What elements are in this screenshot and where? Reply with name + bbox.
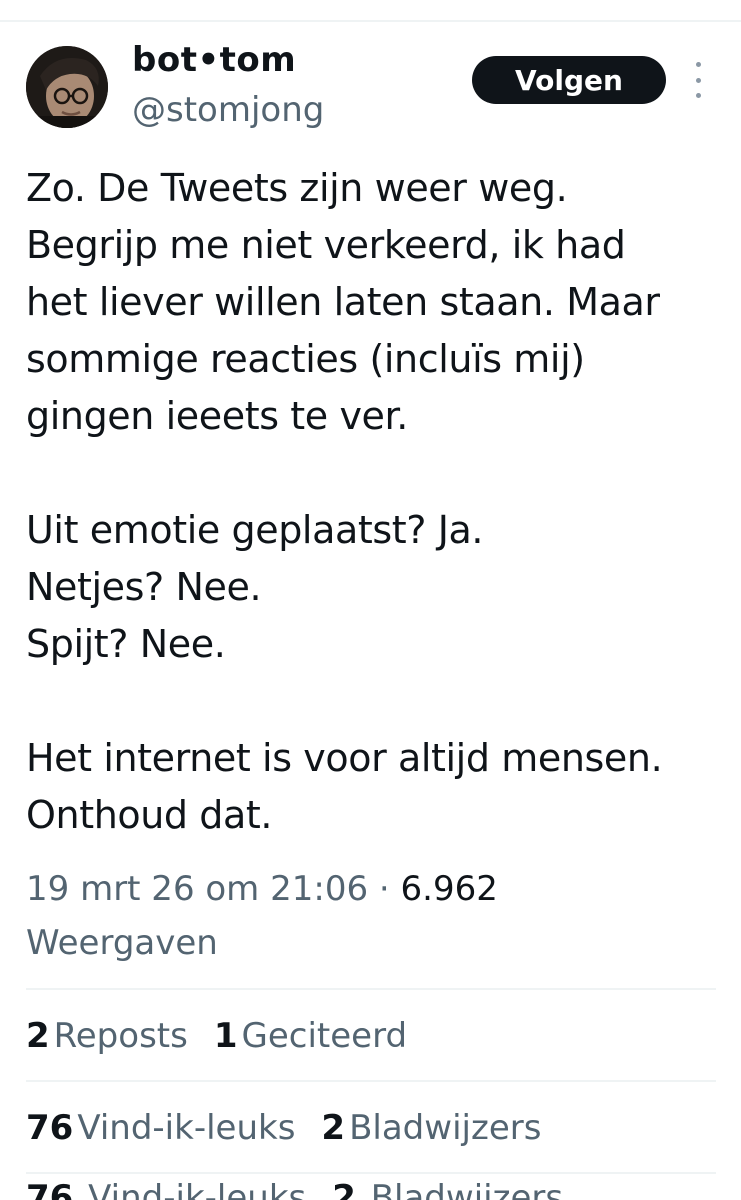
top-divider — [0, 20, 741, 22]
bookmarks-label-echo: Bladwijzers — [370, 1178, 564, 1200]
meta-separator: · — [368, 869, 401, 909]
tweet-line: Zo. De Tweets zijn weer weg. — [26, 166, 568, 210]
views-label: Weergaven — [26, 923, 218, 963]
avatar[interactable] — [26, 46, 108, 128]
more-dot — [695, 93, 701, 98]
author-handle[interactable]: @stomjong — [132, 90, 324, 130]
stats-divider-top — [26, 988, 716, 990]
bookmarks-echo: 2 Bladwijzers — [332, 1178, 563, 1200]
tweet-line: Spijt? Nee. — [26, 622, 226, 666]
likes-stat[interactable]: 76 Vind-ik-leuks — [26, 1108, 295, 1148]
bookmarks-label: Bladwijzers — [349, 1108, 542, 1148]
tweet-detail-page: bot•tom @stomjong Volgen Zo. De Tweets z… — [0, 0, 741, 1200]
likes-label-echo: Vind-ik-leuks — [88, 1178, 307, 1200]
bookmarks-count: 2 — [321, 1108, 346, 1148]
more-dot — [695, 77, 701, 83]
tweet-line: Netjes? Nee. — [26, 565, 262, 609]
more-dot — [695, 62, 701, 67]
likes-count-echo: 76 — [26, 1178, 74, 1200]
likes-count: 76 — [26, 1108, 74, 1148]
author-display-name[interactable]: bot•tom — [132, 40, 296, 80]
stats-row-reposts: 2 Reposts 1 Geciteerd — [26, 1006, 433, 1066]
bookmarks-stat[interactable]: 2 Bladwijzers — [321, 1108, 541, 1148]
tweet-line: Het internet is voor altijd mensen. — [26, 736, 663, 780]
reposts-stat[interactable]: 2 Reposts — [26, 1016, 188, 1056]
stats-divider-middle — [26, 1080, 716, 1082]
reposts-label: Reposts — [53, 1016, 188, 1056]
quotes-label: Geciteerd — [241, 1016, 408, 1056]
tweet-text: Zo. De Tweets zijn weer weg. Begrijp me … — [26, 160, 726, 844]
tweet-line — [26, 445, 726, 502]
tweet-line: sommige reacties (incluïs mij) — [26, 337, 585, 381]
stats-row-likes: 76 Vind-ik-leuks 2 Bladwijzers — [26, 1098, 567, 1158]
follow-button[interactable]: Volgen — [472, 56, 666, 104]
stats-divider-bottom — [26, 1172, 716, 1174]
tweet-meta: 19 mrt 26 om 21:06 · 6.962 Weergaven — [26, 862, 726, 970]
tweet-timestamp[interactable]: 19 mrt 26 om 21:06 — [26, 869, 368, 909]
bookmarks-count-echo: 2 — [332, 1178, 356, 1200]
tweet-line: Onthoud dat. — [26, 793, 273, 837]
likes-echo: 76 Vind-ik-leuks — [26, 1178, 306, 1200]
quotes-stat[interactable]: 1 Geciteerd — [214, 1016, 407, 1056]
quotes-count: 1 — [213, 1016, 238, 1056]
more-vertical-icon[interactable] — [688, 62, 708, 98]
stats-row-likes-echo: 76 Vind-ik-leuks 2 Bladwijzers — [26, 1178, 589, 1200]
tweet-line: het liever willen laten staan. Maar — [26, 280, 660, 324]
user-avatar-icon — [26, 46, 108, 128]
tweet-line: Uit emotie geplaatst? Ja. — [26, 508, 484, 552]
tweet-line — [26, 673, 726, 730]
tweet-line: gingen ieeets te ver. — [26, 394, 408, 438]
reposts-count: 2 — [26, 1016, 50, 1056]
views-count: 6.962 — [400, 869, 498, 909]
tweet-line: Begrijp me niet verkeerd, ik had — [26, 223, 626, 267]
likes-label: Vind-ik-leuks — [77, 1108, 296, 1148]
